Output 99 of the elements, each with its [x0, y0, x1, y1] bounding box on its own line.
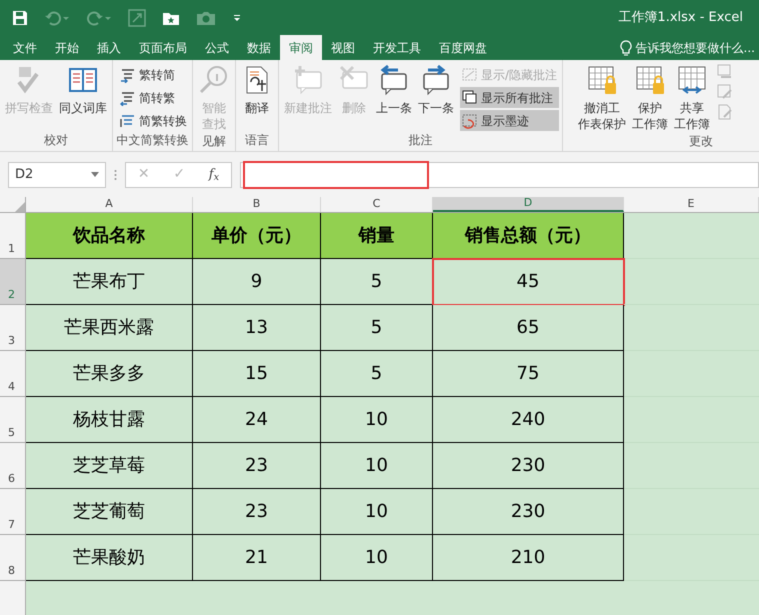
camera-icon[interactable]	[196, 10, 216, 26]
redo-icon[interactable]	[86, 10, 112, 26]
row-header[interactable]: 2	[0, 259, 26, 305]
table-cell: 芒果酸奶	[26, 535, 193, 581]
table-cell: 230	[433, 443, 624, 489]
row-header[interactable]: 3	[0, 305, 26, 351]
row-header[interactable]: 8	[0, 535, 26, 581]
table-cell: 芝芝葡萄	[26, 489, 193, 535]
table-cell: 9	[193, 259, 321, 305]
comment-plus-icon	[292, 64, 324, 96]
group-label: 批注	[408, 132, 434, 149]
column-header[interactable]: B	[193, 197, 321, 212]
table-cell: 芝芝草莓	[26, 443, 193, 489]
table-cell: 230	[433, 489, 624, 535]
document-pencil-icon[interactable]	[717, 104, 734, 120]
ribbon-button[interactable]: 保护 工作簿	[630, 64, 670, 132]
column-header[interactable]: A	[26, 197, 193, 212]
group-label: 中文简繁转换	[116, 132, 189, 149]
stacked-comments-icon	[462, 90, 478, 106]
ribbon-button[interactable]: 简繁转换	[118, 110, 189, 131]
table-cell: 10	[321, 535, 433, 581]
sheet-lock-icon	[586, 64, 618, 96]
window-title: 工作簿1.xlsx - Excel	[618, 8, 743, 27]
table-cell: 23	[193, 443, 321, 489]
lightbulb-icon	[620, 40, 632, 56]
table-cell: 23	[193, 489, 321, 535]
convert-icon	[120, 112, 136, 128]
convert-arrow-icon	[120, 66, 136, 82]
customize-dropdown-icon[interactable]	[232, 12, 242, 22]
ribbon-button[interactable]: 下一条	[416, 64, 456, 131]
comment-arrow-left-icon	[378, 64, 410, 96]
tell-me-field[interactable]: 告诉我您想要做什么...	[636, 38, 755, 56]
table-cell: 13	[193, 305, 321, 351]
ribbon-button[interactable]: 简转繁	[118, 87, 189, 108]
row-header[interactable]: 4	[0, 351, 26, 397]
ribbon-tab[interactable]: 公式	[196, 35, 238, 60]
column-title-cell: 饮品名称	[26, 213, 193, 259]
table-cell: 240	[433, 397, 624, 443]
ribbon-tab[interactable]: 审阅	[280, 35, 322, 60]
table-cell: 芒果西米露	[26, 305, 193, 351]
column-header[interactable]: D	[433, 197, 624, 212]
column-title-cell: 销量	[321, 213, 433, 259]
save-icon[interactable]	[12, 10, 28, 26]
convert-arrow-icon	[120, 90, 136, 106]
row-header[interactable]: 6	[0, 443, 26, 489]
ribbon-tab[interactable]: 开始	[46, 35, 88, 60]
table-cell: 65	[433, 305, 624, 351]
table-cell: 45	[433, 259, 624, 305]
ribbon-button[interactable]: 撤消工 作表保护	[576, 64, 628, 132]
column-title-cell: 单价（元）	[193, 213, 321, 259]
table-cell: 10	[321, 443, 433, 489]
group-label: 语言	[244, 132, 270, 149]
ribbon-button[interactable]: 共享 工作簿	[672, 64, 712, 132]
table-cell: 5	[321, 259, 433, 305]
ribbon-tab[interactable]: 页面布局	[130, 35, 196, 60]
group-label: 校对	[43, 132, 69, 149]
row-header[interactable]	[0, 581, 26, 615]
table-cell: 5	[321, 305, 433, 351]
ribbon-tab[interactable]: 视图	[322, 35, 364, 60]
group-label: 更改	[688, 133, 714, 150]
table-cell: 75	[433, 351, 624, 397]
table-cell: 芒果布丁	[26, 259, 193, 305]
ribbon-button[interactable]: 翻译	[239, 64, 275, 131]
insert-function-button[interactable]: f$_{x}$	[208, 164, 220, 184]
ribbon-tab[interactable]: 文件	[4, 35, 46, 60]
table-cell: 10	[321, 489, 433, 535]
comment-toggle-icon	[462, 66, 478, 82]
ribbon-tab[interactable]: 插入	[88, 35, 130, 60]
ink-icon	[462, 112, 478, 128]
column-header[interactable]: E	[624, 197, 759, 212]
workbook-lock-icon	[634, 64, 666, 96]
ribbon-button[interactable]: 繁转简	[118, 64, 189, 85]
ribbon-tab[interactable]: 数据	[238, 35, 280, 60]
sheet-pencil-icon[interactable]	[717, 84, 734, 100]
frame-icon[interactable]	[128, 8, 146, 26]
magnifier-icon	[198, 64, 230, 96]
ribbon-tab[interactable]: 开发工具	[364, 35, 430, 60]
caret-icon	[91, 172, 99, 177]
row-header[interactable]: 1	[0, 213, 26, 259]
grip-icon	[114, 168, 117, 180]
ribbon-button[interactable]: 同义词库	[57, 64, 109, 131]
table-cell: 210	[433, 535, 624, 581]
row-header[interactable]: 5	[0, 397, 26, 443]
table-cell: 24	[193, 397, 321, 443]
name-box[interactable]: D2	[8, 162, 106, 188]
ribbon-button[interactable]: 上一条	[374, 64, 414, 131]
table-cell: 21	[193, 535, 321, 581]
row-header[interactable]: 7	[0, 489, 26, 535]
table-cell: 杨枝甘露	[26, 397, 193, 443]
undo-icon[interactable]	[44, 10, 70, 26]
table-cell: 芒果多多	[26, 351, 193, 397]
ribbon-tab[interactable]: 百度网盘	[430, 35, 496, 60]
table-cell: 5	[321, 351, 433, 397]
ribbon-button[interactable]: 显示所有批注	[460, 87, 560, 108]
column-title-cell: 销售总额（元）	[433, 213, 624, 259]
ribbon-button[interactable]: 显示墨迹	[460, 110, 560, 131]
table-cell: 10	[321, 397, 433, 443]
group-label: 见解	[201, 133, 227, 150]
table-cell: 15	[193, 351, 321, 397]
